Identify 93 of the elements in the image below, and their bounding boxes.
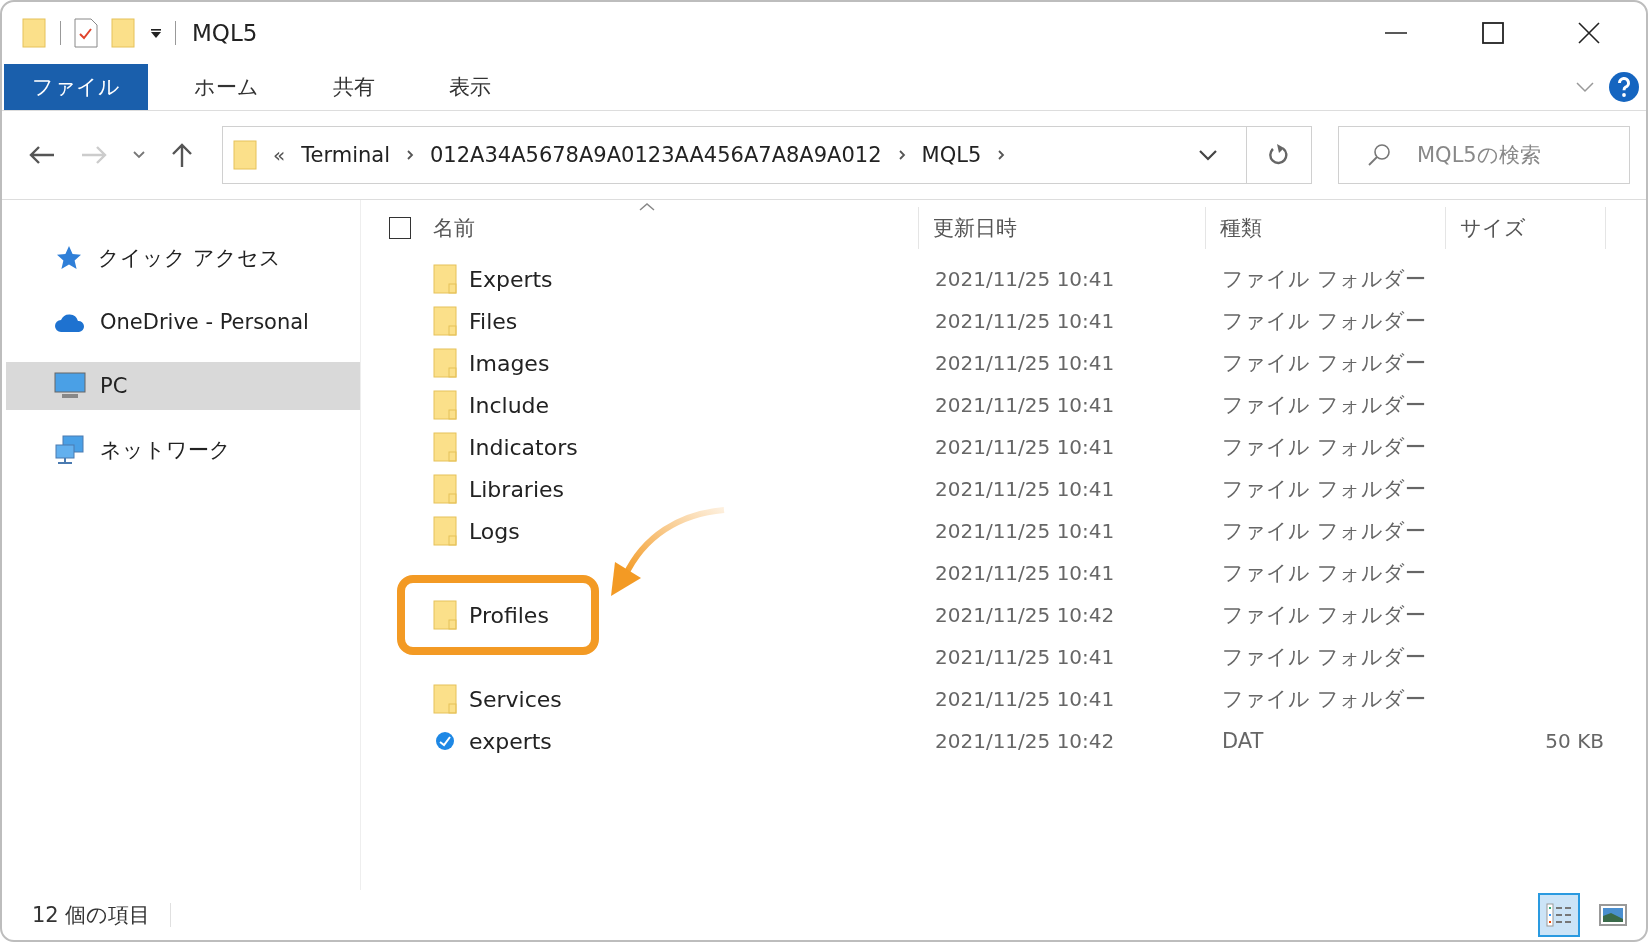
ribbon-tab[interactable]: ファイル [4, 64, 148, 110]
column-header[interactable]: 種類 [1206, 207, 1446, 249]
file-name[interactable]: experts [469, 728, 552, 754]
modified-date: 2021/11/25 10:41 [934, 687, 1116, 711]
column-header[interactable]: 名前 [431, 207, 919, 249]
file-name[interactable]: Files [469, 308, 518, 334]
refresh-icon [1268, 143, 1290, 167]
breadcrumb[interactable]: 012A34A5678A9A0123AA456A7A8A9A012 [430, 143, 882, 167]
file-name[interactable]: Profiles [469, 602, 549, 628]
file-type: ファイル フォルダー [1221, 434, 1427, 461]
file-name[interactable]: Logs [469, 518, 520, 544]
modified-date: 2021/11/25 10:41 [934, 561, 1116, 585]
properties-icon[interactable] [73, 18, 99, 48]
sidebar-item[interactable]: ネットワーク [6, 426, 360, 474]
sidebar-item[interactable]: PC [6, 362, 360, 410]
sidebar-label: OneDrive - Personal [100, 310, 309, 334]
file-name[interactable]: Indicators [469, 434, 578, 460]
sidebar-label: PC [100, 374, 128, 398]
search-icon [1367, 143, 1391, 167]
file-type: ファイル フォルダー [1221, 686, 1427, 713]
file-type: ファイル フォルダー [1221, 560, 1427, 587]
file-type: DAT [1221, 729, 1265, 753]
cloud-icon [54, 311, 86, 333]
sidebar-label: クイック アクセス [98, 245, 281, 272]
file-name[interactable]: Services [469, 686, 562, 712]
file-type: ファイル フォルダー [1221, 266, 1427, 293]
details-view-icon [1544, 901, 1574, 929]
file-name[interactable]: Include [469, 392, 550, 418]
modified-date: 2021/11/25 10:41 [934, 393, 1116, 417]
tiles-view-icon [1599, 904, 1627, 926]
back-arrow-icon[interactable] [28, 144, 56, 166]
folder-icon [433, 348, 457, 378]
modified-date: 2021/11/25 10:42 [934, 603, 1116, 627]
item-count: 12 個の項目 [32, 902, 151, 929]
overflow-chevron[interactable]: « [273, 143, 286, 167]
column-header[interactable]: サイズ [1446, 207, 1606, 249]
modified-date: 2021/11/25 10:41 [934, 351, 1116, 375]
folder-icon [433, 474, 457, 504]
ribbon-tab[interactable]: 共有 [305, 64, 403, 110]
modified-date: 2021/11/25 10:41 [934, 645, 1116, 669]
modified-date: 2021/11/25 10:41 [934, 435, 1116, 459]
chevron-right-icon[interactable] [406, 149, 414, 161]
modified-date: 2021/11/25 10:41 [934, 477, 1116, 501]
folder-icon [233, 140, 257, 170]
file-type: ファイル フォルダー [1221, 518, 1427, 545]
file-type: ファイル フォルダー [1221, 308, 1427, 335]
file-icon [433, 729, 457, 753]
ribbon-tab[interactable]: 表示 [421, 64, 519, 110]
column-header[interactable]: 更新日時 [919, 207, 1206, 249]
search-field[interactable]: MQL5の検索 [1415, 142, 1619, 168]
folder-icon [433, 306, 457, 336]
select-all-checkbox[interactable] [389, 217, 411, 239]
help-icon[interactable] [1608, 71, 1640, 103]
details-view-button[interactable] [1538, 893, 1580, 937]
chevron-down-icon[interactable] [1198, 149, 1218, 161]
sidebar-item[interactable]: クイック アクセス [6, 234, 360, 282]
modified-date: 2021/11/25 10:41 [934, 309, 1116, 333]
address-bar[interactable]: « Terminal 012A34A5678A9A0123AA456A7A8A9A012 MQL5 [222, 126, 1312, 184]
monitor-icon [54, 372, 86, 400]
file-name[interactable]: Images [469, 350, 550, 376]
folder-icon [433, 600, 457, 630]
file-size: 50 KB [1545, 729, 1604, 753]
chevron-right-icon[interactable] [897, 149, 906, 161]
sidebar-item[interactable]: OneDrive - Personal [6, 298, 360, 346]
ribbon-tab[interactable]: ホーム [166, 64, 287, 110]
network-icon [54, 435, 86, 465]
close-icon[interactable] [1578, 22, 1600, 44]
up-arrow-icon[interactable] [170, 142, 194, 168]
breadcrumb[interactable]: Terminal [301, 143, 390, 167]
file-name[interactable]: Experts [469, 266, 553, 292]
file-name[interactable]: Libraries [469, 476, 564, 502]
sidebar-label: ネットワーク [100, 437, 231, 464]
folder-icon [433, 390, 457, 420]
file-type: ファイル フォルダー [1221, 392, 1427, 419]
maximize-icon[interactable] [1482, 22, 1504, 44]
modified-date: 2021/11/25 10:42 [934, 729, 1116, 753]
file-type: ファイル フォルダー [1221, 644, 1427, 671]
search-box[interactable]: MQL5の検索 [1338, 126, 1630, 184]
chevron-down-icon[interactable] [132, 150, 146, 160]
chevron-right-icon[interactable] [997, 149, 1006, 161]
breadcrumb[interactable]: MQL5 [921, 143, 982, 167]
sort-ascending-icon[interactable] [639, 202, 655, 211]
folder-icon [433, 516, 457, 546]
folder-icon [433, 432, 457, 462]
modified-date: 2021/11/25 10:41 [934, 519, 1116, 543]
folder-icon [433, 264, 457, 294]
file-type: ファイル フォルダー [1221, 350, 1427, 377]
file-type: ファイル フォルダー [1221, 476, 1427, 503]
window-title: MQL5 [192, 20, 258, 46]
file-type: ファイル フォルダー [1221, 602, 1427, 629]
dropdown-icon[interactable] [149, 27, 163, 39]
folder-icon [433, 684, 457, 714]
modified-date: 2021/11/25 10:41 [934, 267, 1116, 291]
